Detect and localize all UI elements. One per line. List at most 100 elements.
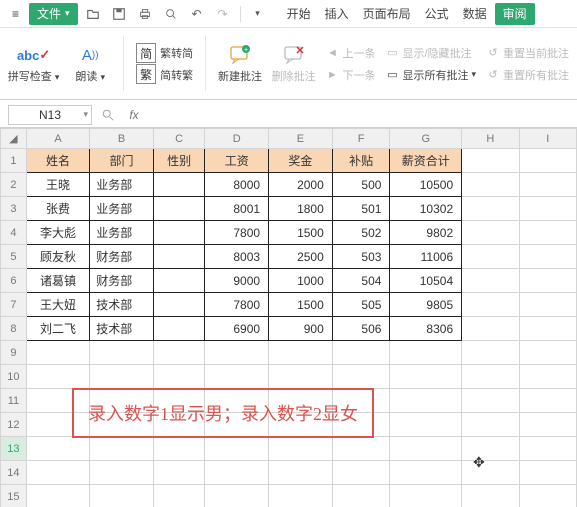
print-icon[interactable] xyxy=(134,3,156,25)
read-aloud-button[interactable]: A)) 朗读 ▾ xyxy=(69,32,111,95)
tab-data[interactable]: 数据 xyxy=(457,3,493,25)
row-header[interactable]: 4 xyxy=(1,221,27,245)
cell[interactable] xyxy=(462,173,519,197)
cell[interactable] xyxy=(462,437,519,461)
cell[interactable] xyxy=(462,413,519,437)
cell[interactable]: 1800 xyxy=(269,197,333,221)
cell[interactable] xyxy=(332,437,390,461)
cell[interactable] xyxy=(519,341,576,365)
cell[interactable] xyxy=(519,437,576,461)
col-header[interactable]: D xyxy=(205,129,269,149)
cell[interactable] xyxy=(519,173,576,197)
spellcheck-button[interactable]: abc✓ 拼写检查 ▾ xyxy=(8,32,59,95)
cell[interactable]: 姓名 xyxy=(26,149,89,173)
cell[interactable] xyxy=(205,365,269,389)
cell[interactable]: 8003 xyxy=(205,245,269,269)
cell[interactable]: 1000 xyxy=(269,269,333,293)
row-header[interactable]: 13 xyxy=(1,437,27,461)
cell[interactable]: 504 xyxy=(332,269,390,293)
simp-to-trad-button[interactable]: 简转繁 xyxy=(160,65,193,85)
cell[interactable] xyxy=(153,341,205,365)
cell[interactable]: 8306 xyxy=(390,317,462,341)
row-header[interactable]: 6 xyxy=(1,269,27,293)
cell[interactable] xyxy=(153,173,205,197)
cell[interactable]: 500 xyxy=(332,173,390,197)
spreadsheet-grid[interactable]: ◢ A B C D E F G H I 1姓名部门性别工资奖金补贴薪资合计2王晓… xyxy=(0,128,577,507)
cell[interactable]: 2500 xyxy=(269,245,333,269)
open-icon[interactable] xyxy=(82,3,104,25)
row-header[interactable]: 12 xyxy=(1,413,27,437)
cell[interactable]: 诸葛镇 xyxy=(26,269,89,293)
search-icon[interactable] xyxy=(98,105,118,125)
tab-formula[interactable]: 公式 xyxy=(419,3,455,25)
cell[interactable]: 薪资合计 xyxy=(390,149,462,173)
cell[interactable]: 10504 xyxy=(390,269,462,293)
reset-current-button[interactable]: ↺重置当前批注 xyxy=(486,43,569,63)
row-header[interactable]: 14 xyxy=(1,461,27,485)
cell[interactable] xyxy=(153,365,205,389)
cell[interactable]: 财务部 xyxy=(90,269,153,293)
cell[interactable] xyxy=(519,245,576,269)
cell[interactable] xyxy=(519,221,576,245)
cell[interactable] xyxy=(332,485,390,507)
cell[interactable]: 8001 xyxy=(205,197,269,221)
cell[interactable]: 900 xyxy=(269,317,333,341)
cell[interactable]: 8000 xyxy=(205,173,269,197)
cell[interactable]: 11006 xyxy=(390,245,462,269)
list-icon[interactable]: ≡ xyxy=(6,3,25,25)
cell[interactable]: 业务部 xyxy=(90,197,153,221)
row-header[interactable]: 15 xyxy=(1,485,27,507)
row-header[interactable]: 7 xyxy=(1,293,27,317)
cell[interactable]: 张费 xyxy=(26,197,89,221)
col-header[interactable]: B xyxy=(90,129,153,149)
row-header[interactable]: 11 xyxy=(1,389,27,413)
cell[interactable] xyxy=(462,485,519,507)
col-header[interactable]: C xyxy=(153,129,205,149)
cell[interactable] xyxy=(205,437,269,461)
cell[interactable]: 业务部 xyxy=(90,221,153,245)
tab-insert[interactable]: 插入 xyxy=(319,3,355,25)
cell[interactable]: 1500 xyxy=(269,293,333,317)
cell[interactable] xyxy=(462,317,519,341)
fx-icon[interactable]: fx xyxy=(124,105,144,125)
row-header[interactable]: 10 xyxy=(1,365,27,389)
cell[interactable] xyxy=(390,365,462,389)
cell[interactable] xyxy=(153,197,205,221)
cell[interactable] xyxy=(153,293,205,317)
file-menu[interactable]: 文件 ▾ xyxy=(29,3,78,25)
col-header[interactable]: I xyxy=(519,129,576,149)
row-header[interactable]: 2 xyxy=(1,173,27,197)
cell[interactable] xyxy=(462,269,519,293)
cell[interactable] xyxy=(519,365,576,389)
cell[interactable] xyxy=(519,485,576,507)
cell[interactable]: 顾友秋 xyxy=(26,245,89,269)
col-header[interactable]: G xyxy=(390,129,462,149)
cell[interactable] xyxy=(26,365,89,389)
cell[interactable] xyxy=(90,341,153,365)
cell[interactable]: 技术部 xyxy=(90,293,153,317)
cell[interactable]: 王晓 xyxy=(26,173,89,197)
tab-page-layout[interactable]: 页面布局 xyxy=(357,3,417,25)
col-header[interactable]: F xyxy=(332,129,390,149)
select-all-corner[interactable]: ◢ xyxy=(1,129,27,149)
cell[interactable] xyxy=(332,461,390,485)
cell[interactable] xyxy=(269,437,333,461)
col-header[interactable]: E xyxy=(269,129,333,149)
cell[interactable]: 501 xyxy=(332,197,390,221)
cell[interactable] xyxy=(26,437,89,461)
cell[interactable]: 财务部 xyxy=(90,245,153,269)
cell[interactable]: 502 xyxy=(332,221,390,245)
cell[interactable] xyxy=(153,317,205,341)
cell[interactable] xyxy=(519,149,576,173)
row-header[interactable]: 3 xyxy=(1,197,27,221)
delete-comment-button[interactable]: 删除批注 xyxy=(272,32,316,95)
showall-comments-button[interactable]: ▭显示所有批注 ▾ xyxy=(385,65,476,85)
cell[interactable]: 刘二飞 xyxy=(26,317,89,341)
cell[interactable]: 6900 xyxy=(205,317,269,341)
undo-icon[interactable]: ↶ xyxy=(186,3,208,25)
next-comment-button[interactable]: ►下一条 xyxy=(325,65,375,85)
row-header[interactable]: 8 xyxy=(1,317,27,341)
cell[interactable] xyxy=(153,245,205,269)
cell[interactable] xyxy=(462,389,519,413)
cell[interactable]: 9805 xyxy=(390,293,462,317)
